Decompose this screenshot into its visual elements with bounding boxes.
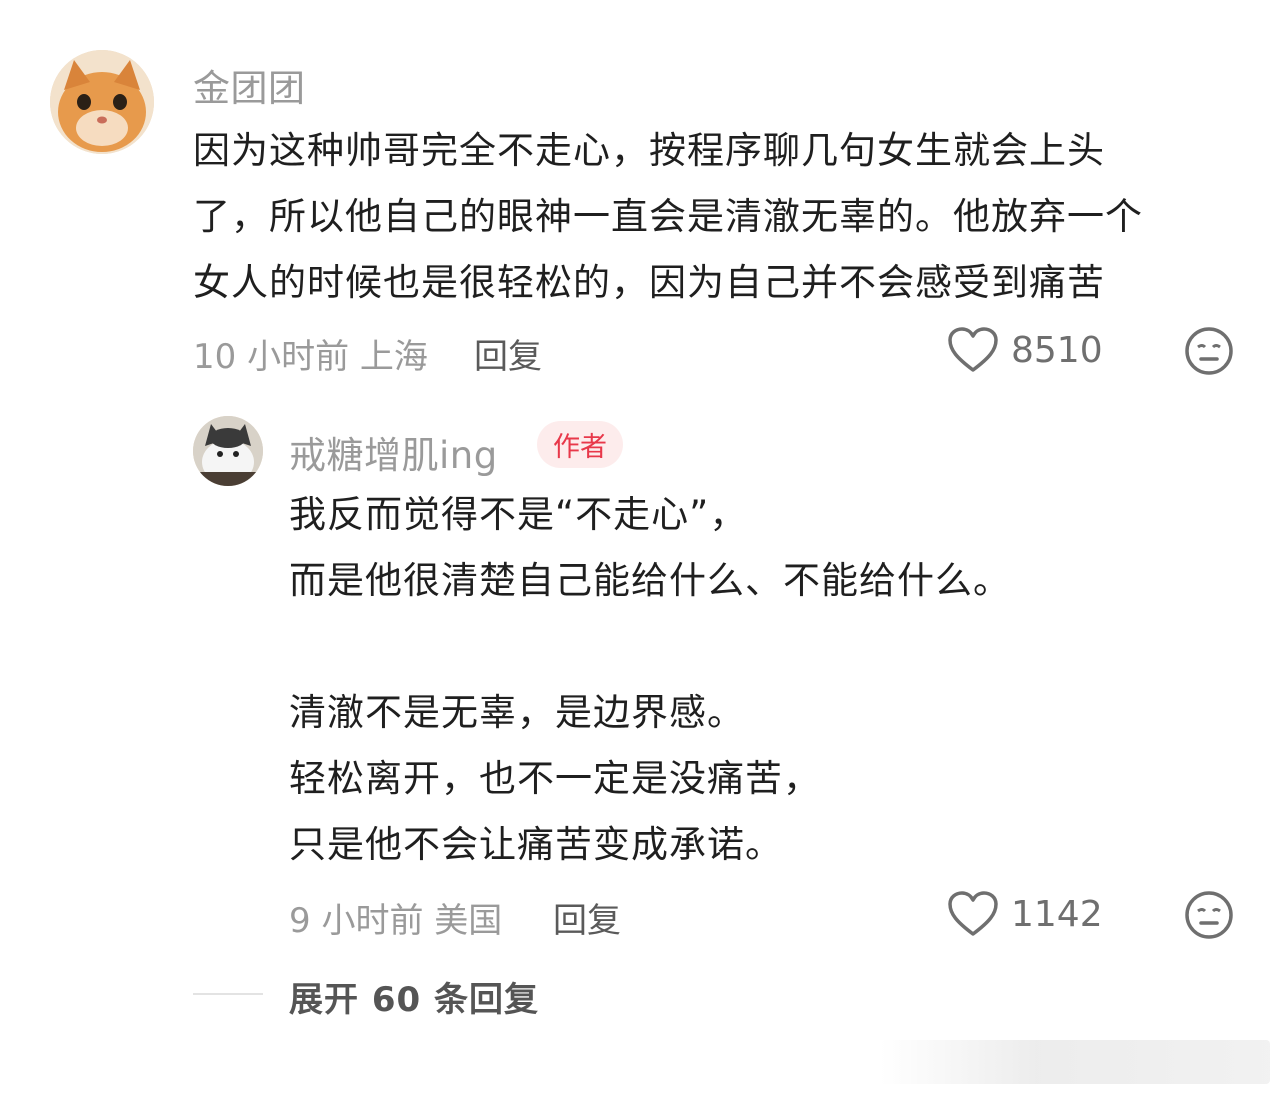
reply-line: 只是他不会让痛苦变成承诺。	[289, 823, 783, 866]
watermark	[880, 1040, 1270, 1084]
reply-line: 而是他很清楚自己能给什么、不能给什么。	[289, 559, 1011, 602]
reply-time-location: 9 小时前 美国	[289, 901, 503, 941]
reply-line	[289, 614, 1011, 680]
dislike-emoji-button[interactable]	[1184, 326, 1234, 376]
author-badge: 作者	[537, 421, 623, 468]
reply-text: 我反而觉得不是“不走心”， 而是他很清楚自己能给什么、不能给什么。 清澈不是无辜…	[289, 482, 1011, 878]
reply-line: 清澈不是无辜，是边界感。	[289, 691, 745, 734]
neutral-face-icon	[1185, 891, 1233, 939]
comment-line: 了，所以他自己的眼神一直会是清澈无辜的。他放弃一个	[193, 195, 1143, 238]
like-button[interactable]: 1142	[947, 890, 1103, 938]
reply-button[interactable]: 回复	[553, 893, 621, 942]
reply-button[interactable]: 回复	[474, 329, 542, 378]
comment-line: 因为这种帅哥完全不走心，按程序聊几句女生就会上头	[193, 129, 1105, 172]
reply-line: 我反而觉得不是“不走心”，	[289, 493, 748, 536]
comment-line: 女人的时候也是很轻松的，因为自己并不会感受到痛苦	[193, 261, 1105, 304]
reply-line: 轻松离开，也不一定是没痛苦，	[289, 757, 821, 800]
heart-icon	[948, 891, 998, 936]
heart-icon	[948, 327, 998, 372]
reply-author[interactable]: 戒糖增肌ing	[289, 425, 498, 479]
cat-avatar-white[interactable]	[193, 416, 263, 486]
like-button[interactable]: 8510	[947, 326, 1103, 374]
neutral-face-icon	[1185, 327, 1233, 375]
expand-replies-button[interactable]: 展开 60 条回复	[289, 972, 539, 1021]
cat-avatar-orange[interactable]	[50, 50, 154, 154]
comment-text: 因为这种帅哥完全不走心，按程序聊几句女生就会上头 了，所以他自己的眼神一直会是清…	[193, 118, 1143, 316]
like-count: 1142	[1011, 893, 1103, 935]
cat-avatar-white-icon	[193, 416, 263, 486]
divider	[193, 993, 263, 995]
comment-time-location: 10 小时前 上海	[193, 337, 428, 377]
like-count: 8510	[1011, 329, 1103, 371]
cat-avatar-orange-icon	[50, 50, 154, 154]
comment-author[interactable]: 金团团	[193, 58, 306, 112]
dislike-emoji-button[interactable]	[1184, 890, 1234, 940]
